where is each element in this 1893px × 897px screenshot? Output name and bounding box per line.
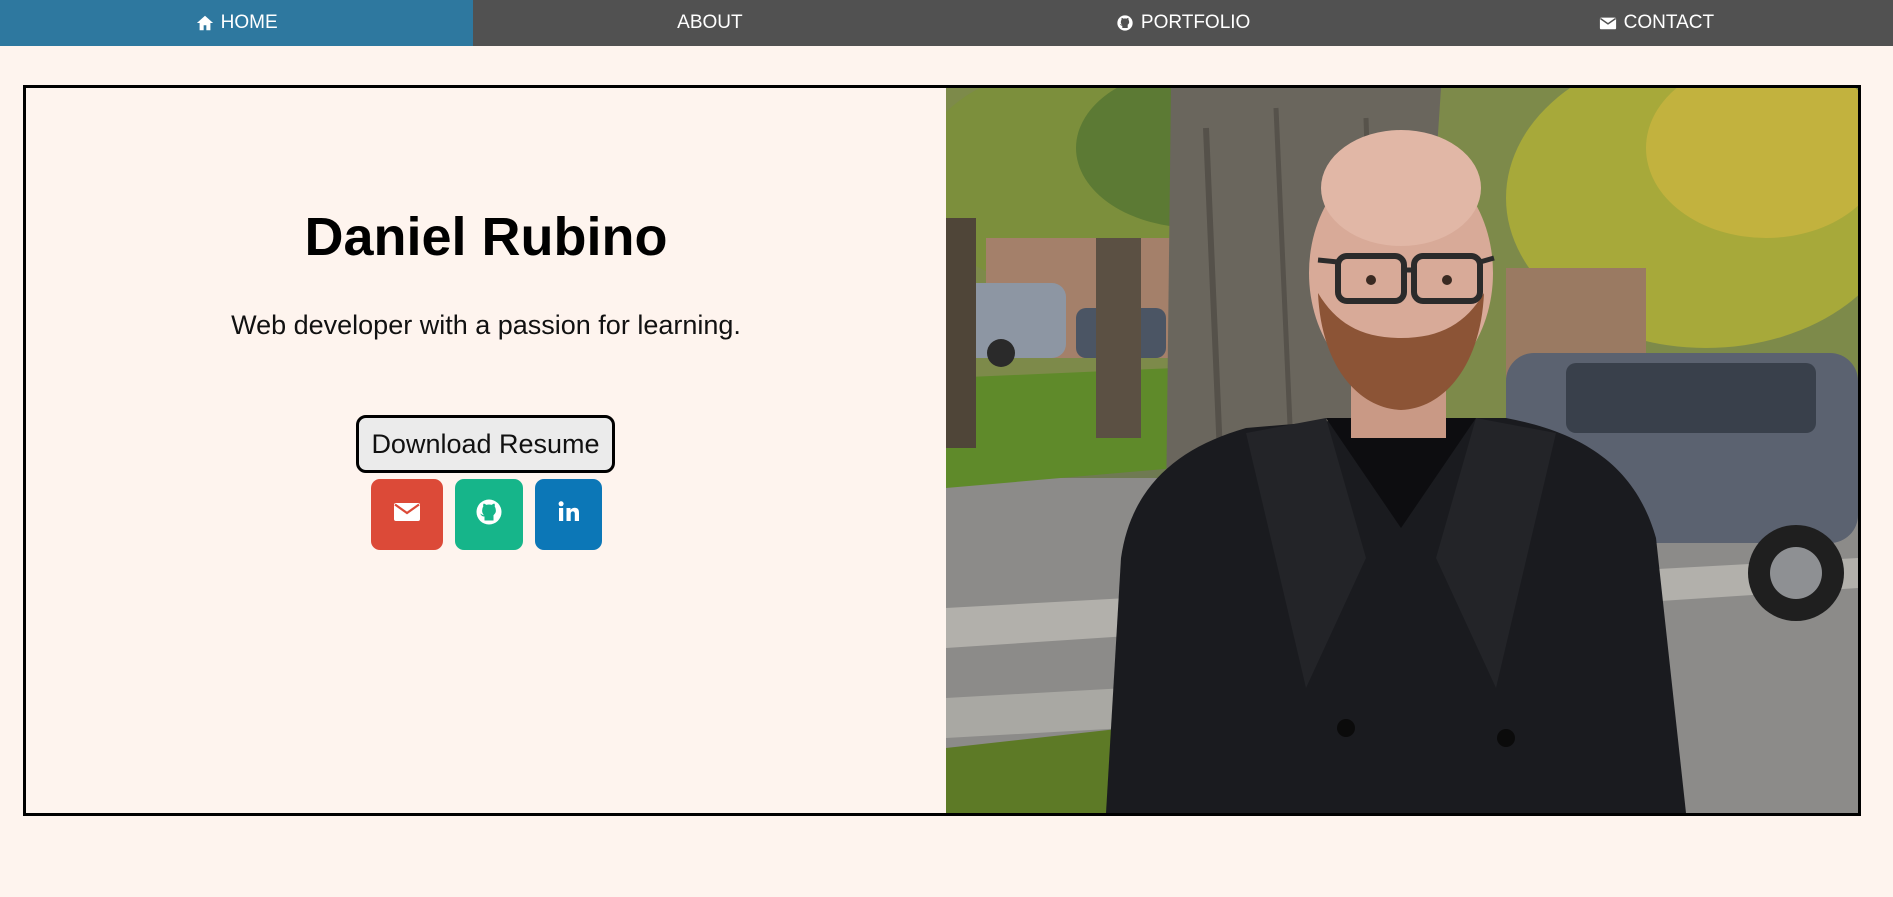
- github-button[interactable]: [455, 479, 523, 550]
- hero-section: Daniel Rubino Web developer with a passi…: [23, 85, 1861, 816]
- github-icon: [1116, 14, 1134, 32]
- linkedin-button[interactable]: [535, 479, 602, 550]
- nav-contact[interactable]: CONTACT: [1420, 0, 1893, 46]
- download-resume-button[interactable]: Download Resume: [356, 415, 615, 473]
- page-title: Daniel Rubino: [304, 207, 668, 267]
- nav-home-label: HOME: [220, 12, 278, 33]
- nav-contact-label: CONTACT: [1623, 12, 1715, 33]
- nav-portfolio[interactable]: PORTFOLIO: [947, 0, 1420, 46]
- nav-about-label: ABOUT: [677, 12, 743, 33]
- email-button[interactable]: [371, 479, 443, 550]
- home-icon: [196, 14, 214, 32]
- linkedin-icon: [554, 497, 584, 532]
- nav-home[interactable]: HOME: [0, 0, 474, 46]
- github-icon: [474, 497, 504, 532]
- nav-portfolio-label: PORTFOLIO: [1140, 12, 1251, 33]
- nav-about[interactable]: ABOUT: [473, 0, 946, 46]
- profile-photo: [946, 88, 1858, 813]
- intro-panel: Daniel Rubino Web developer with a passi…: [26, 88, 946, 813]
- tagline: Web developer with a passion for learnin…: [231, 310, 741, 340]
- envelope-icon: [1599, 14, 1617, 32]
- envelope-icon: [392, 497, 422, 532]
- top-navigation: HOME ABOUT PORTFOLIO CONTACT: [0, 0, 1893, 46]
